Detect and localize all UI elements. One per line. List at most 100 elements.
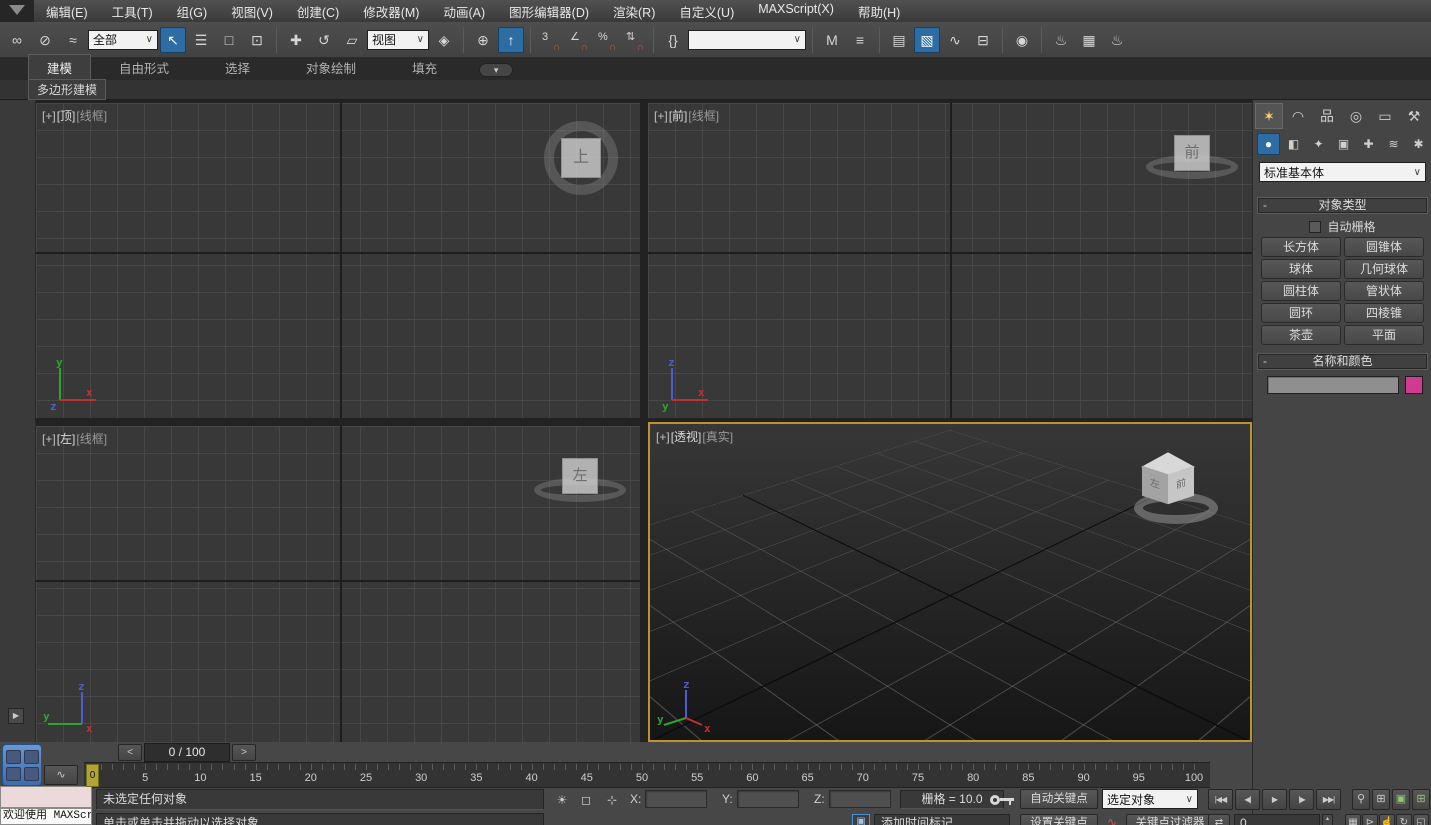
viewport-menu-view[interactable]: [前] [669, 109, 688, 123]
menu-group[interactable]: 组(G) [165, 0, 220, 24]
previous-frame-button[interactable]: ◀| [1235, 789, 1260, 810]
set-key-icon[interactable] [990, 794, 1016, 806]
category-geometry[interactable]: ● [1257, 133, 1280, 155]
menu-help[interactable]: 帮助(H) [846, 0, 912, 24]
expand-panel-arrow-button[interactable]: ▶ [8, 708, 24, 724]
viewport-menu-view[interactable]: [左] [57, 432, 76, 446]
bind-to-space-warp-icon[interactable]: ≈ [60, 27, 86, 53]
track-bar[interactable]: 0510152025303540455055606570758085909510… [84, 762, 1210, 788]
select-by-name-icon[interactable]: ☰ [188, 27, 214, 53]
object-color-swatch[interactable] [1405, 376, 1423, 394]
name-and-color-rollout-header[interactable]: - 名称和颜色 [1257, 353, 1428, 370]
spinner-snap-icon[interactable]: ⇅∩ [621, 27, 647, 53]
curve-editor-icon[interactable]: ∿ [942, 27, 968, 53]
orbit-icon[interactable]: ↻ [1396, 814, 1412, 825]
next-frame-small-button[interactable]: > [232, 744, 256, 761]
selection-lock-icon[interactable]: ◻ [576, 791, 596, 810]
viewport-menu-plus[interactable]: [+] [656, 430, 670, 444]
button-cylinder[interactable]: 圆柱体 [1261, 281, 1341, 301]
key-filters-button[interactable]: 关键点过滤器 [1126, 814, 1214, 825]
menu-customize[interactable]: 自定义(U) [667, 0, 746, 24]
maxscript-mini-listener-macro-row[interactable] [0, 786, 92, 808]
rectangular-selection-region-icon[interactable]: □ [216, 27, 242, 53]
current-frame-field[interactable]: 0 [1234, 814, 1320, 825]
viewport-menu-shading[interactable]: [线框] [76, 109, 107, 123]
keyboard-shortcut-override-icon[interactable]: ↑ [498, 27, 524, 53]
z-coordinate-field[interactable] [829, 790, 891, 808]
isolate-selection-icon[interactable]: ☀ [552, 791, 572, 810]
reference-coordinate-system-dropdown[interactable]: 视图∨ [367, 30, 429, 50]
select-and-manipulate-icon[interactable]: ⊕ [470, 27, 496, 53]
set-keys-button[interactable]: 设置关键点 [1020, 814, 1098, 825]
select-object-icon[interactable]: ↖ [160, 27, 186, 53]
button-sphere[interactable]: 球体 [1261, 259, 1341, 279]
viewport-menu-shading[interactable]: [真实] [702, 430, 733, 444]
category-lights[interactable]: ✦ [1307, 133, 1330, 155]
key-mode-toggle-button[interactable]: ⇄ [1208, 814, 1230, 825]
absolute-mode-transform-icon[interactable]: ⊹ [602, 791, 622, 810]
named-selection-sets-dropdown[interactable]: ∨ [688, 30, 806, 50]
menu-create[interactable]: 创建(C) [285, 0, 351, 24]
previous-frame-small-button[interactable]: < [118, 744, 142, 761]
menu-graph-editors[interactable]: 图形编辑器(D) [497, 0, 601, 24]
viewport-menu-shading[interactable]: [线框] [76, 432, 107, 446]
ribbon-tab-selection[interactable]: 选择 [197, 55, 278, 80]
menu-maxscript[interactable]: MAXScript(X) [746, 0, 846, 24]
button-box[interactable]: 长方体 [1261, 237, 1341, 257]
edit-named-selection-sets-icon[interactable]: {} [660, 27, 686, 53]
go-to-start-button[interactable]: |◀◀ [1208, 789, 1233, 810]
zoom-extents-all-icon[interactable]: ⊞ [1412, 789, 1430, 810]
panel-tab-hierarchy[interactable]: 品 [1313, 103, 1341, 129]
ribbon-overflow-button[interactable]: ▾ [479, 63, 513, 77]
polygon-modeling-panel[interactable]: 多边形建模 [28, 79, 106, 100]
add-time-tag-field[interactable]: 添加时间标记 [874, 814, 1010, 825]
panel-tab-create[interactable]: ✶ [1255, 103, 1283, 129]
select-and-scale-icon[interactable]: ▱ [339, 27, 365, 53]
viewport-menu-view[interactable]: [顶] [57, 109, 76, 123]
button-torus[interactable]: 圆环 [1261, 303, 1341, 323]
viewport-menu-shading[interactable]: [线框] [688, 109, 719, 123]
application-button[interactable] [0, 0, 34, 22]
button-plane[interactable]: 平面 [1344, 325, 1424, 345]
autogrid-checkbox[interactable] [1309, 221, 1321, 233]
viewport-layout-tabs-button[interactable] [2, 744, 42, 786]
zoom-extents-icon[interactable]: ▣ [1392, 789, 1410, 810]
selection-filter-dropdown[interactable]: 全部∨ [88, 30, 158, 50]
frame-spinner[interactable]: ▴▾ [1322, 814, 1333, 825]
ribbon-tab-object-paint[interactable]: 对象绘制 [278, 55, 384, 80]
selected-mode-dropdown[interactable]: 选定对象 ∨ [1102, 789, 1198, 809]
viewcube[interactable]: 前 [1174, 135, 1210, 171]
select-and-move-icon[interactable]: ✚ [283, 27, 309, 53]
ribbon-tab-populate[interactable]: 填充 [384, 55, 465, 80]
play-button[interactable]: ▶ [1262, 789, 1287, 810]
time-tag-icon[interactable]: ▣ [852, 814, 870, 825]
menu-tools[interactable]: 工具(T) [100, 0, 165, 24]
mirror-icon[interactable]: M [819, 27, 845, 53]
time-configuration-icon[interactable]: ▦ [1345, 814, 1361, 825]
button-tube[interactable]: 管状体 [1344, 281, 1424, 301]
viewport-perspective[interactable]: [+][透视][真实] 左 前 z y x [648, 422, 1252, 742]
viewport-menu-plus[interactable]: [+] [42, 432, 56, 446]
percent-snap-icon[interactable]: %∩ [593, 27, 619, 53]
use-pivot-point-center-icon[interactable]: ◈ [431, 27, 457, 53]
x-coordinate-field[interactable] [645, 790, 707, 808]
pan-hand-icon[interactable]: ☝ [1379, 814, 1395, 825]
category-space-warps[interactable]: ≋ [1382, 133, 1405, 155]
viewport-menu-view[interactable]: [透视] [671, 430, 702, 444]
material-editor-icon[interactable]: ◉ [1009, 27, 1035, 53]
category-helpers[interactable]: ✚ [1357, 133, 1380, 155]
window-crossing-icon[interactable]: ⊡ [244, 27, 270, 53]
next-frame-button[interactable]: |▶ [1289, 789, 1314, 810]
viewcube-3d[interactable]: 左 前 [1132, 448, 1222, 526]
toggle-scene-explorer-icon[interactable]: ▧ [914, 27, 940, 53]
viewport-menu-plus[interactable]: [+] [42, 109, 56, 123]
manage-layers-icon[interactable]: ▤ [886, 27, 912, 53]
category-systems[interactable]: ✱ [1407, 133, 1430, 155]
go-to-end-button[interactable]: ▶▶| [1316, 789, 1341, 810]
primitive-category-dropdown[interactable]: 标准基本体 ∨ [1259, 162, 1426, 182]
viewcube[interactable]: 上 [561, 138, 601, 178]
render-production-icon[interactable]: ♨ [1104, 27, 1130, 53]
viewport-menu-plus[interactable]: [+] [654, 109, 668, 123]
rendered-frame-window-icon[interactable]: ▦ [1076, 27, 1102, 53]
zoom-all-icon[interactable]: ⊞ [1372, 789, 1390, 810]
